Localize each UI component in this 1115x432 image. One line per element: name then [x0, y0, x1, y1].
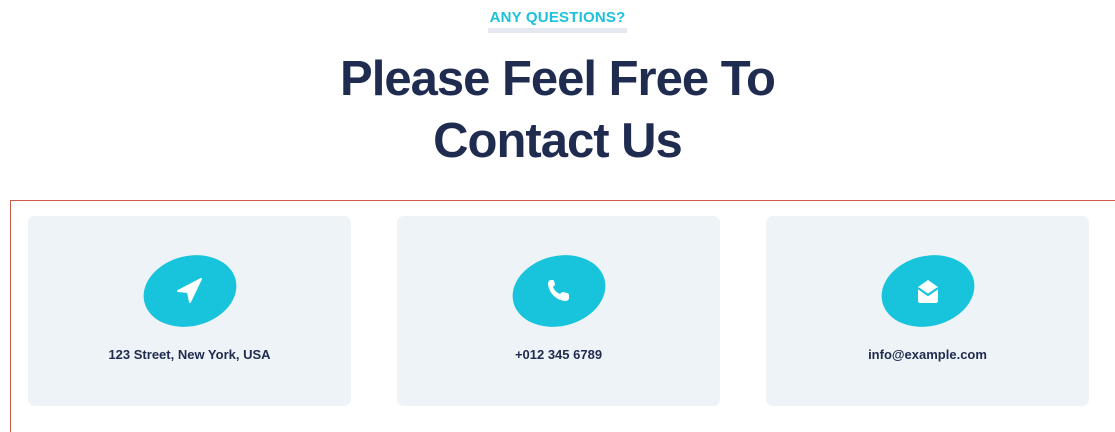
section-title-line-2: Contact Us: [433, 114, 683, 168]
contact-phone-text: +012 345 6789: [514, 347, 603, 362]
phone-icon: [548, 280, 569, 301]
section-eyebrow: ANY QUESTIONS?: [0, 9, 1115, 33]
contact-section: ANY QUESTIONS? Please Feel Free To Conta…: [0, 0, 1115, 432]
location-arrow-icon: [177, 278, 202, 303]
contact-address-text: 123 Street, New York, USA: [108, 347, 271, 362]
contact-card-email: info@example.com: [766, 216, 1089, 406]
contact-card-address: 123 Street, New York, USA: [28, 216, 351, 406]
contact-card-phone: +012 345 6789: [397, 216, 720, 406]
contact-email-text[interactable]: info@example.com: [766, 347, 1089, 362]
section-title: Please Feel Free To Contact Us: [0, 48, 1115, 172]
section-title-line-1: Please Feel Free To: [340, 52, 776, 106]
eyebrow-label: ANY QUESTIONS?: [487, 9, 628, 33]
envelope-open-icon: [917, 280, 939, 303]
